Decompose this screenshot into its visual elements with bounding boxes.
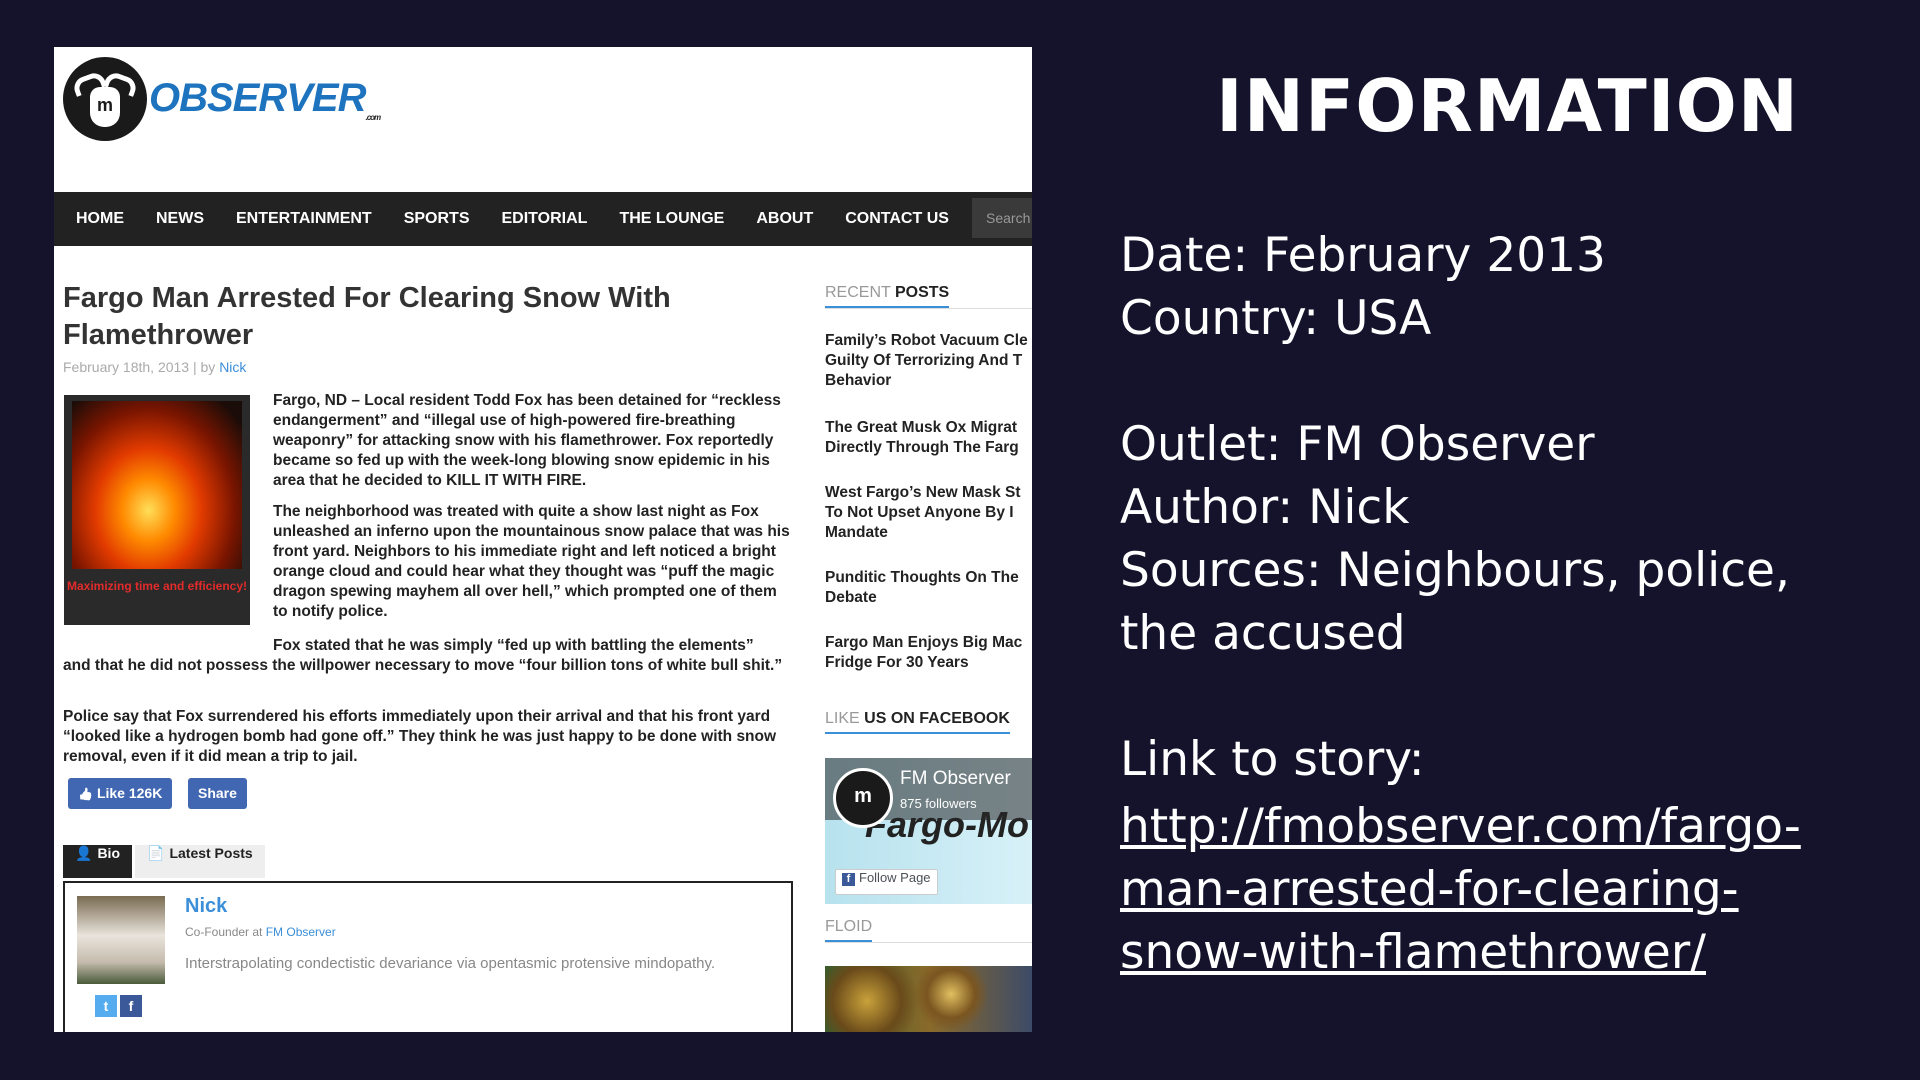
article-paragraph-4: Police say that Fox surrendered his effo… bbox=[63, 708, 777, 765]
nav-home[interactable]: HOME bbox=[76, 210, 124, 228]
floid-image[interactable] bbox=[825, 966, 1032, 1032]
floid-heading: FLOID bbox=[825, 918, 873, 942]
facebook-f-icon: f bbox=[842, 873, 855, 886]
fb-page-logo-icon bbox=[833, 768, 893, 828]
fb-page-name[interactable]: FM Observer bbox=[900, 768, 1011, 790]
info-sources-continued: the accused bbox=[1120, 606, 1406, 661]
tab-bio[interactable]: 👤 Bio bbox=[63, 845, 132, 878]
bio-role-prefix: Co-Founder at bbox=[185, 925, 263, 939]
main-nav: HOME NEWS ENTERTAINMENT SPORTS EDITORIAL… bbox=[54, 192, 1032, 246]
information-heading: INFORMATION bbox=[1216, 64, 1800, 148]
article-date: February 18th, 2013 bbox=[63, 359, 190, 375]
recent-post-2[interactable]: The Great Musk Ox Migrat Directly Throug… bbox=[825, 418, 1032, 458]
user-icon: 👤 bbox=[75, 845, 93, 861]
facebook-page-widget[interactable]: Fargo-Mo FM Observer 875 followers fFoll… bbox=[825, 758, 1032, 904]
nav-sports[interactable]: SPORTS bbox=[404, 210, 470, 228]
recent-post-1[interactable]: Family’s Robot Vacuum Cle Guilty Of Terr… bbox=[825, 331, 1032, 391]
recent-posts-heading: RECENT POSTS bbox=[825, 284, 950, 308]
article-screenshot: m OBSERVER.com HOME NEWS ENTERTAINMENT S… bbox=[54, 47, 1032, 1032]
fb-followers: 875 followers bbox=[900, 796, 977, 811]
info-link-label: Link to story: bbox=[1120, 732, 1425, 787]
info-country: Country: USA bbox=[1120, 291, 1432, 346]
info-date: Date: February 2013 bbox=[1120, 228, 1606, 283]
recent-post-3[interactable]: West Fargo’s New Mask St To Not Upset An… bbox=[825, 483, 1032, 543]
info-outlet: Outlet: FM Observer bbox=[1120, 417, 1595, 472]
search-input[interactable]: Search bbox=[972, 198, 1032, 238]
author-tabs: 👤 Bio 📄 Latest Posts bbox=[63, 845, 265, 878]
facebook-share-button[interactable]: Share bbox=[188, 778, 247, 809]
facebook-heading: LIKE US ON FACEBOOK bbox=[825, 710, 1010, 734]
facebook-icon[interactable]: f bbox=[120, 995, 142, 1017]
article-paragraph-1: Fargo, ND – Local resident Todd Fox has … bbox=[273, 392, 781, 489]
article-paragraph-3-start: Fox stated that he was simply “fed up wi… bbox=[273, 637, 754, 654]
site-logo[interactable]: m OBSERVER.com bbox=[63, 57, 382, 141]
nav-the-lounge[interactable]: THE LOUNGE bbox=[619, 210, 724, 228]
divider bbox=[825, 942, 1032, 943]
bull-logo-icon: m bbox=[63, 57, 147, 141]
nav-news[interactable]: NEWS bbox=[156, 210, 204, 228]
bio-role-org-link[interactable]: FM Observer bbox=[266, 925, 336, 939]
logo-suffix: .com bbox=[365, 113, 382, 122]
recent-post-5[interactable]: Fargo Man Enjoys Big Mac Fridge For 30 Y… bbox=[825, 633, 1032, 673]
story-link[interactable]: http://fmobserver.com/fargo-man-arrested… bbox=[1120, 795, 1820, 984]
facebook-like-button[interactable]: Like 126K bbox=[68, 778, 173, 809]
nav-contact-us[interactable]: CONTACT US bbox=[845, 210, 949, 228]
bio-role: Co-Founder at FM Observer bbox=[185, 925, 336, 939]
document-icon: 📄 bbox=[147, 845, 165, 861]
twitter-icon[interactable]: t bbox=[95, 995, 117, 1017]
image-caption: Maximizing time and efficiency! bbox=[66, 579, 248, 593]
info-sources: Sources: Neighbours, police, bbox=[1120, 543, 1790, 598]
divider bbox=[825, 308, 1032, 309]
follow-page-button[interactable]: f Follow Page bbox=[835, 869, 938, 895]
nav-entertainment[interactable]: ENTERTAINMENT bbox=[236, 210, 372, 228]
tab-latest-posts[interactable]: 📄 Latest Posts bbox=[135, 845, 265, 878]
article-meta: February 18th, 2013 | by Nick bbox=[63, 359, 246, 375]
avatar bbox=[77, 896, 165, 984]
article-title: Fargo Man Arrested For Clearing Snow Wit… bbox=[63, 282, 671, 351]
nav-about[interactable]: ABOUT bbox=[756, 210, 813, 228]
tab-bio-label: Bio bbox=[97, 845, 120, 861]
flamethrower-photo bbox=[72, 401, 242, 569]
recent-post-4[interactable]: Punditic Thoughts On The Debate bbox=[825, 568, 1032, 608]
author-bio-box: Nick Co-Founder at FM Observer Interstra… bbox=[63, 881, 793, 1032]
nav-editorial[interactable]: EDITORIAL bbox=[502, 210, 588, 228]
tab-latest-label: Latest Posts bbox=[169, 845, 253, 861]
article-author-link[interactable]: Nick bbox=[219, 359, 246, 375]
bio-description: Interstrapolating condectistic devarianc… bbox=[185, 955, 716, 972]
bio-author-name[interactable]: Nick bbox=[185, 895, 227, 918]
article-image: Maximizing time and efficiency! bbox=[64, 395, 250, 625]
info-author: Author: Nick bbox=[1120, 480, 1410, 535]
article-paragraph-3-end: and that he did not possess the willpowe… bbox=[63, 657, 783, 674]
article-paragraph-2: The neighborhood was treated with quite … bbox=[273, 503, 790, 620]
logo-text: OBSERVER bbox=[149, 76, 366, 120]
article-by: | by bbox=[192, 359, 216, 375]
